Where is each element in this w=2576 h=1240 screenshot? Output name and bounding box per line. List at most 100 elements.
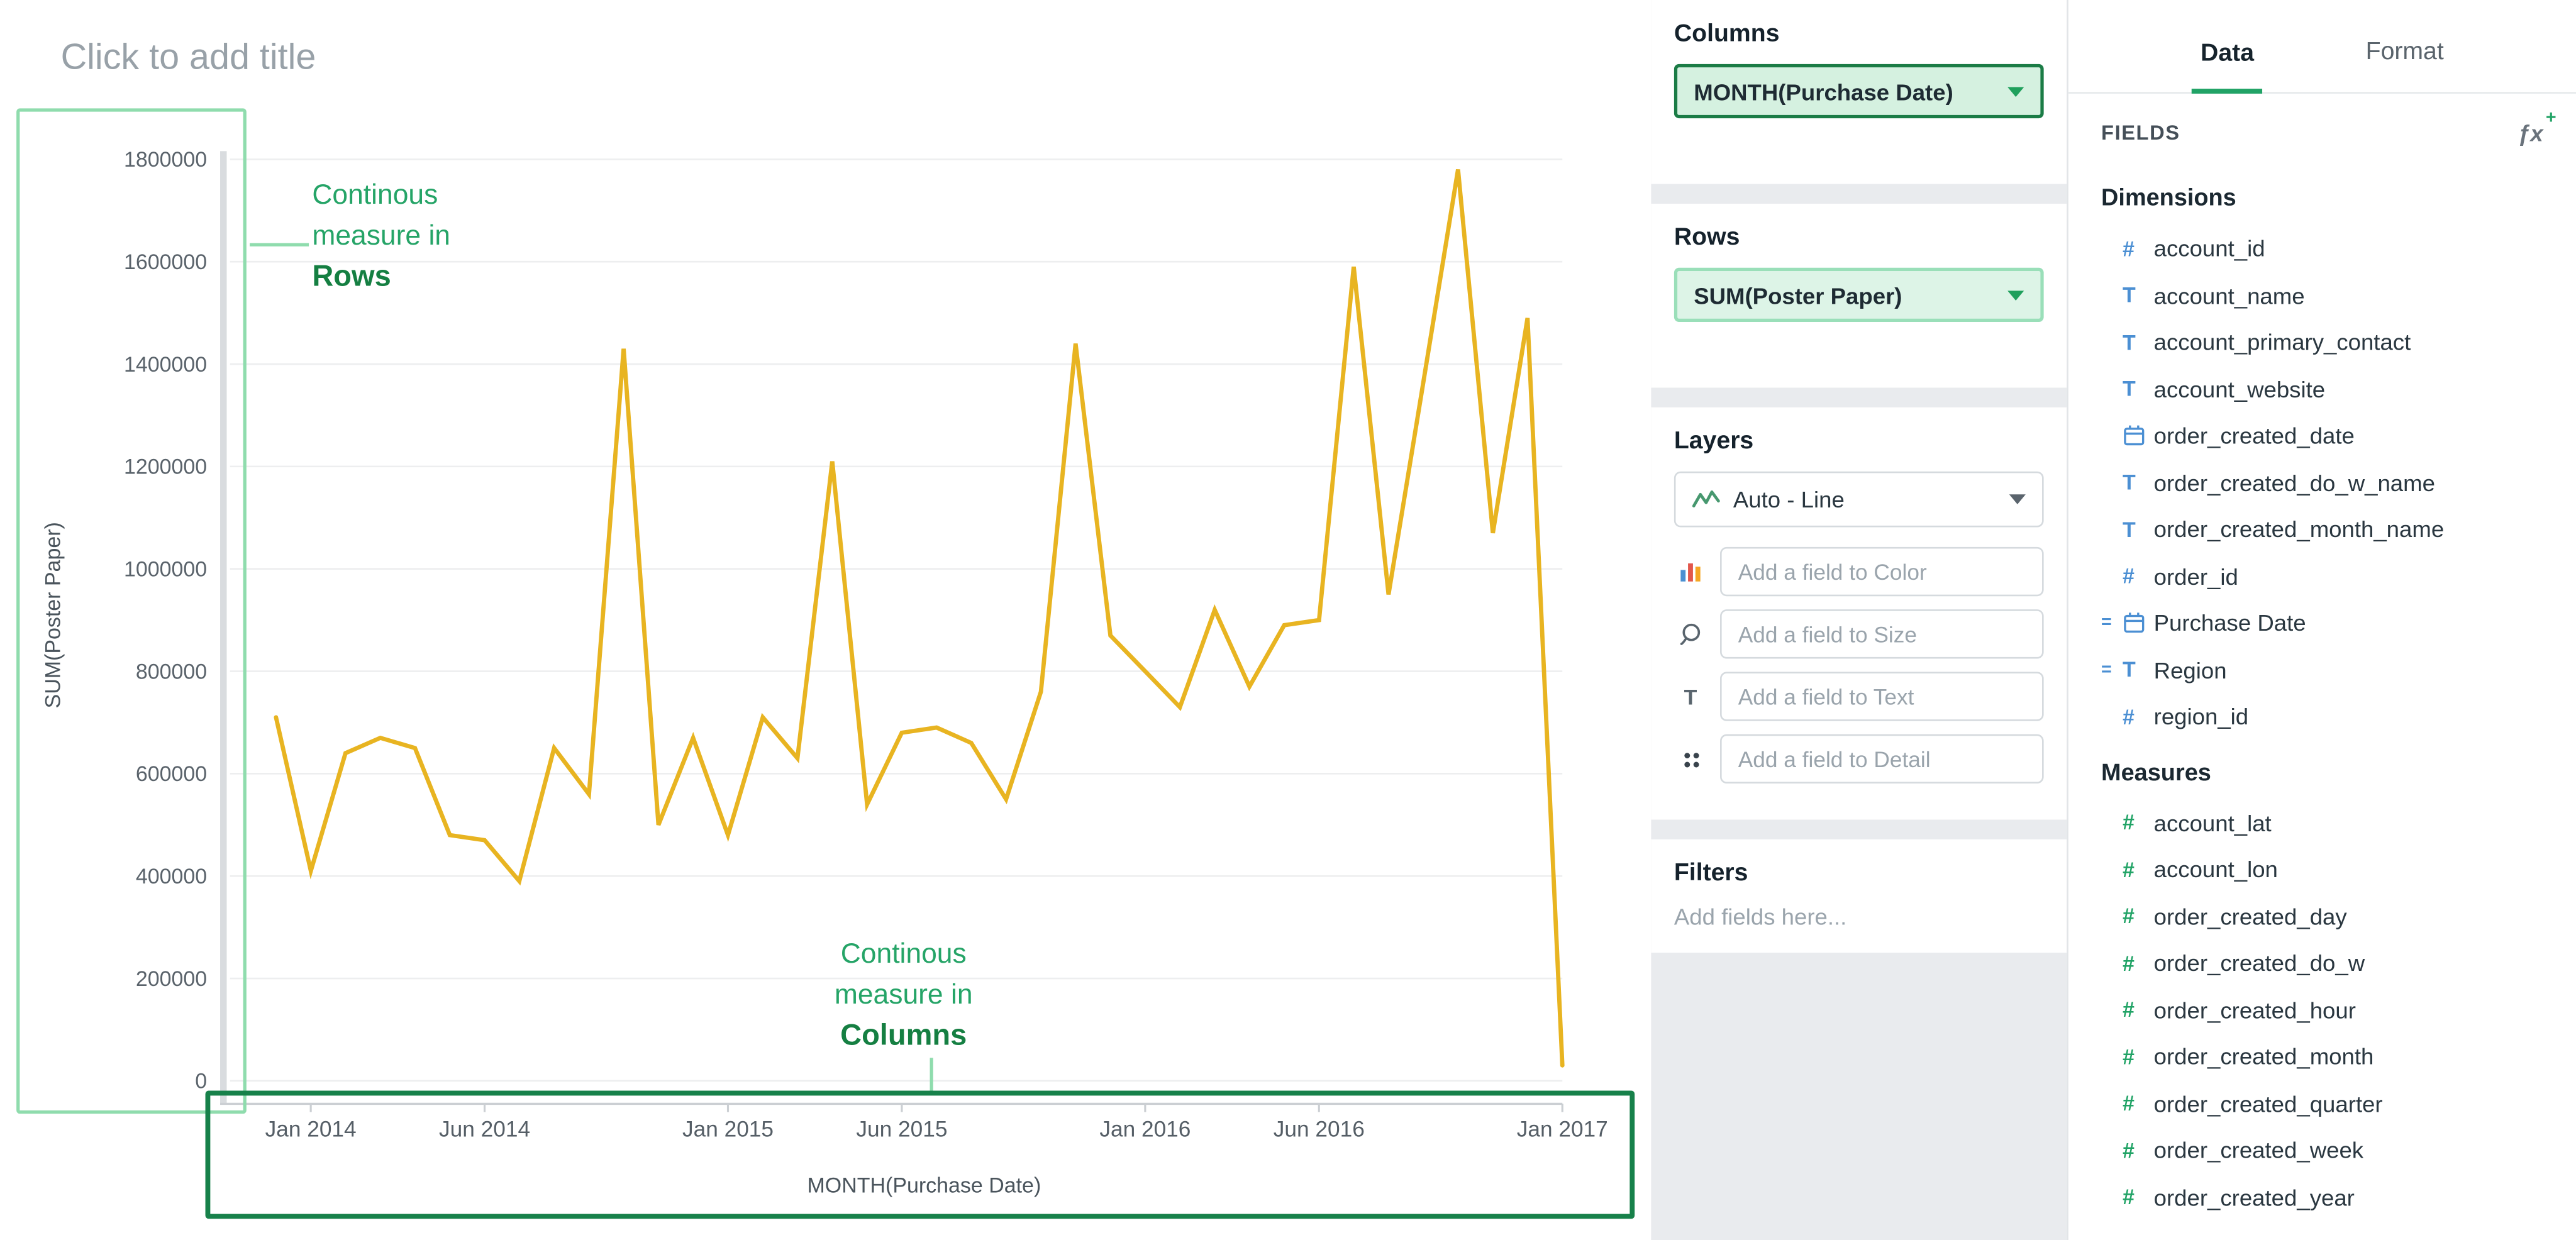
note-emphasis: Columns [808,1015,999,1056]
add-calculated-field-icon[interactable]: ƒx+ [2518,120,2543,147]
field-item[interactable]: T order_created_do_w_name [2068,459,2576,506]
field-label: order_created_do_w_name [2154,469,2435,495]
field-item[interactable]: # region_id [2068,693,2576,739]
field-item[interactable]: # account_id [2068,225,2576,272]
field-label: region_id [2154,704,2248,730]
field-item[interactable]: T account_website [2068,365,2576,412]
field-label: order_created_date [2154,423,2355,449]
field-item[interactable]: # account_lon [2068,846,2576,892]
drop-target-placeholder: Add a field to Size [1738,622,1917,646]
filters-drop-target[interactable]: Add fields here... [1674,904,2044,930]
color-icon [1674,560,1707,584]
field-item[interactable]: # order_created_week [2068,1127,2576,1173]
field-label: order_created_year [2154,1184,2355,1210]
note-line: measure in [312,215,450,256]
field-item[interactable]: T order_created_month_name [2068,506,2576,553]
field-item[interactable]: # order_created_month [2068,1033,2576,1080]
number-icon: # [2123,997,2154,1022]
field-item[interactable]: = Purchase Date [2068,599,2576,646]
chevron-down-icon[interactable] [2007,86,2024,96]
pill-label: MONTH(Purchase Date) [1694,78,1953,104]
tab-format[interactable]: Format [2358,38,2452,92]
field-item[interactable]: T account_primary_contact [2068,319,2576,365]
columns-shelf-title: Columns [1674,19,2044,47]
mark-type-label: Auto - Line [1733,486,1996,512]
color-drop-target[interactable]: Add a field to Color [1720,547,2044,596]
text-icon: T [2123,329,2154,354]
field-label: account_lat [2154,809,2272,836]
field-item[interactable]: # order_created_hour [2068,987,2576,1033]
text-drop-target[interactable]: Add a field to Text [1720,672,2044,721]
chevron-down-icon[interactable] [2007,290,2024,300]
field-label: account_primary_contact [2154,329,2411,355]
fields-header-label: FIELDS [2101,121,2180,145]
rows-shelf-title: Rows [1674,223,2044,251]
field-label: account_name [2154,282,2305,309]
drop-target-placeholder: Add a field to Detail [1738,746,1931,771]
number-icon: # [2123,564,2154,589]
line-mark-icon [1692,488,1720,511]
rows-annotation-note: Continous measure in Rows [312,174,450,297]
columns-shelf: Columns MONTH(Purchase Date) [1651,0,2067,184]
chevron-down-icon[interactable] [2009,494,2026,504]
columns-annotation-connector [930,1058,933,1090]
number-icon: # [2123,236,2154,261]
color-target-row: Add a field to Color [1674,547,2044,596]
size-icon [1674,623,1707,646]
detail-icon [1674,748,1707,770]
calculated-field-icon: = [2101,660,2123,679]
rows-shelf-pill[interactable]: SUM(Poster Paper) [1674,268,2044,322]
field-item[interactable]: # order_id [2068,553,2576,599]
number-icon: # [2123,810,2154,834]
field-label: Region [2154,656,2227,683]
field-label: account_website [2154,376,2325,402]
field-item[interactable]: # order_created_quarter [2068,1080,2576,1127]
drop-target-placeholder: Add a field to Text [1738,684,1914,709]
field-label: order_created_month [2154,1043,2374,1070]
field-item[interactable]: T account_name [2068,272,2576,318]
fx-glyph: ƒx [2518,120,2543,147]
size-target-row: Add a field to Size [1674,609,2044,658]
field-label: account_lon [2154,856,2278,883]
columns-annotation-note: Continous measure in Columns [808,933,999,1056]
tab-data[interactable]: Data [2192,40,2262,94]
fields-header-row: FIELDS ƒx+ [2068,94,2576,166]
field-label: order_id [2154,563,2238,589]
number-icon: # [2123,951,2154,975]
note-line: Continous [312,174,450,215]
number-icon: # [2123,1138,2154,1163]
field-item[interactable]: # account_lat [2068,799,2576,846]
app-root: Click to add title SUM(Poster Paper) 020… [0,0,2576,1240]
mark-type-select[interactable]: Auto - Line [1674,472,2044,528]
field-label: order_created_do_w [2154,950,2365,977]
text-icon: T [1674,684,1707,709]
layers-title: Layers [1674,427,2044,455]
empty-shelf-slot[interactable] [1674,118,2044,161]
field-label: order_created_hour [2154,997,2356,1023]
field-item[interactable]: # order_created_day [2068,893,2576,939]
number-icon: # [2123,704,2154,729]
note-emphasis: Rows [312,257,450,297]
dimensions-section-title: Dimensions [2068,166,2576,225]
filters-title: Filters [1674,859,2044,887]
panel-tabs: Data Format [2068,0,2576,94]
detail-drop-target[interactable]: Add a field to Detail [1720,734,2044,783]
filters-section: Filters Add fields here... [1651,839,2067,953]
field-item[interactable]: = T Region [2068,646,2576,693]
number-icon: # [2123,1185,2154,1209]
chart-title-placeholder[interactable]: Click to add title [61,36,316,79]
detail-target-row: Add a field to Detail [1674,734,2044,783]
line-chart[interactable]: 0200000400000600000800000100000012000001… [65,131,1635,1240]
empty-shelf-slot[interactable] [1674,322,2044,365]
columns-shelf-pill[interactable]: MONTH(Purchase Date) [1674,64,2044,118]
text-target-row: T Add a field to Text [1674,672,2044,721]
field-item[interactable]: # order_created_year [2068,1173,2576,1220]
pill-label: SUM(Poster Paper) [1694,282,1902,308]
field-item[interactable]: order_created_date [2068,412,2576,459]
field-item[interactable]: # order_created_do_w [2068,939,2576,986]
plus-icon: + [2546,108,2557,128]
calculated-field-icon: = [2101,613,2123,633]
field-label: account_id [2154,235,2265,262]
text-icon: T [2123,377,2154,401]
size-drop-target[interactable]: Add a field to Size [1720,609,2044,658]
